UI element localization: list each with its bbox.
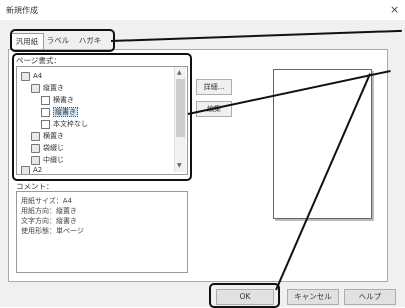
callout-line [110,29,402,42]
comment-line: 用紙方向：縦置き [21,207,77,215]
comment-line: 文字方向：縦書き [21,217,77,225]
dialog-title: 新規作成 [6,6,38,15]
new-document-dialog: 新規作成 × 汎用紙 ラベル ハガキ ページ書式： A4 縦置き 横書き 縦書き… [0,0,405,308]
cancel-button[interactable]: キャンセル [287,289,339,305]
close-icon[interactable]: × [390,3,399,16]
ok-highlight [209,283,280,308]
detail-button[interactable]: 詳細... [196,79,232,95]
tabs-highlight [10,29,115,52]
page-format-highlight [12,53,192,181]
comment-line: 用紙サイズ：A4 [21,197,73,205]
help-button[interactable]: ヘルプ [344,289,396,305]
comment-line: 使用形態：単ページ [21,227,84,235]
title-bar: 新規作成 × [0,0,405,20]
comment-box: 用紙サイズ：A4 用紙方向：縦置き 文字方向：縦書き 使用形態：単ページ [16,191,188,273]
